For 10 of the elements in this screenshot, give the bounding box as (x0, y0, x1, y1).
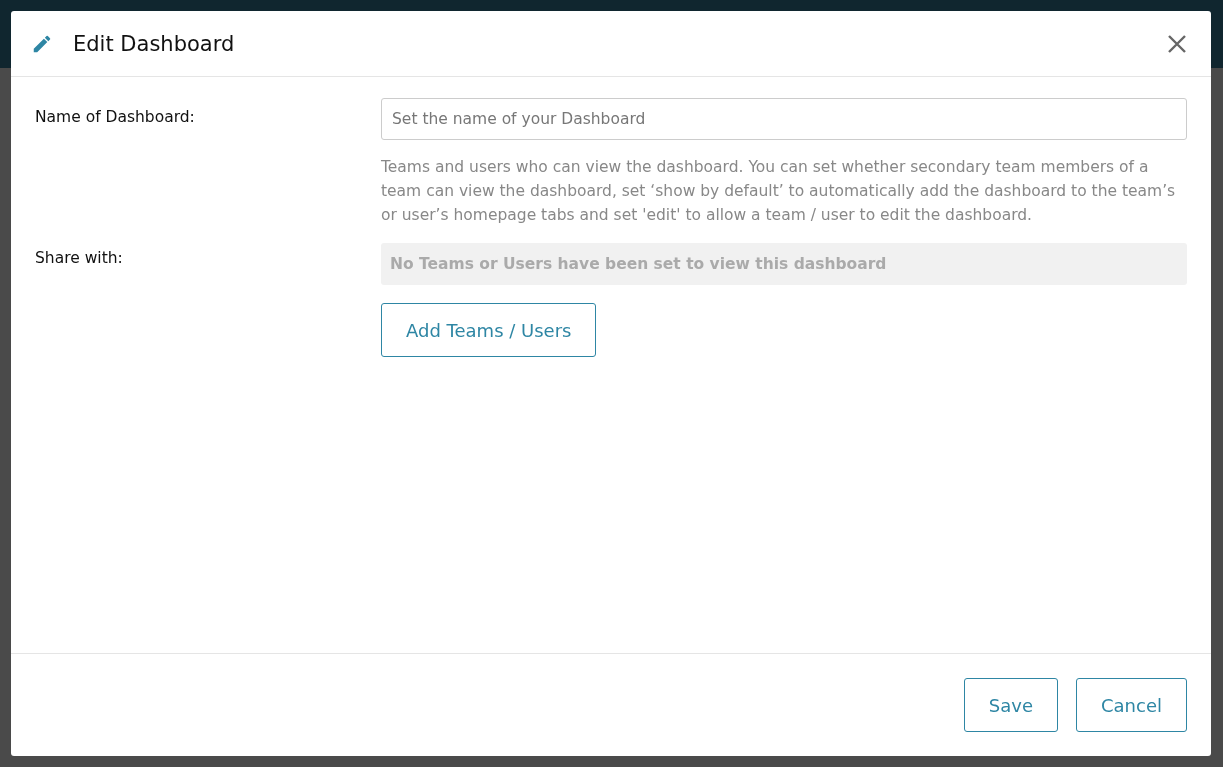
footer-button[interactable]: Cancel (1076, 678, 1187, 732)
close-icon[interactable] (1167, 33, 1187, 54)
help-text: Teams and users who can view the dashboard. You can set whether secondary team members of a team can view the dashboard, set ‘show by default’ to automatically add the dashboard to the team’s or user’s homepage tabs and set 'edit' to allow a team / user to edit the dashboard. (381, 157, 1177, 226)
footer-button[interactable]: Save (963, 678, 1058, 732)
dialog-title: Edit Dashboard (73, 31, 236, 56)
field-label: Name of Dashboard: (35, 107, 196, 128)
add-teams-users-button[interactable]: Add Teams / Users (381, 303, 597, 357)
field-label: Share with: (35, 248, 124, 269)
empty-share-message: No Teams or Users have been set to view this dashboard (381, 243, 1187, 285)
name-input-field[interactable]: Set the name of your Dashboard (381, 98, 1187, 140)
